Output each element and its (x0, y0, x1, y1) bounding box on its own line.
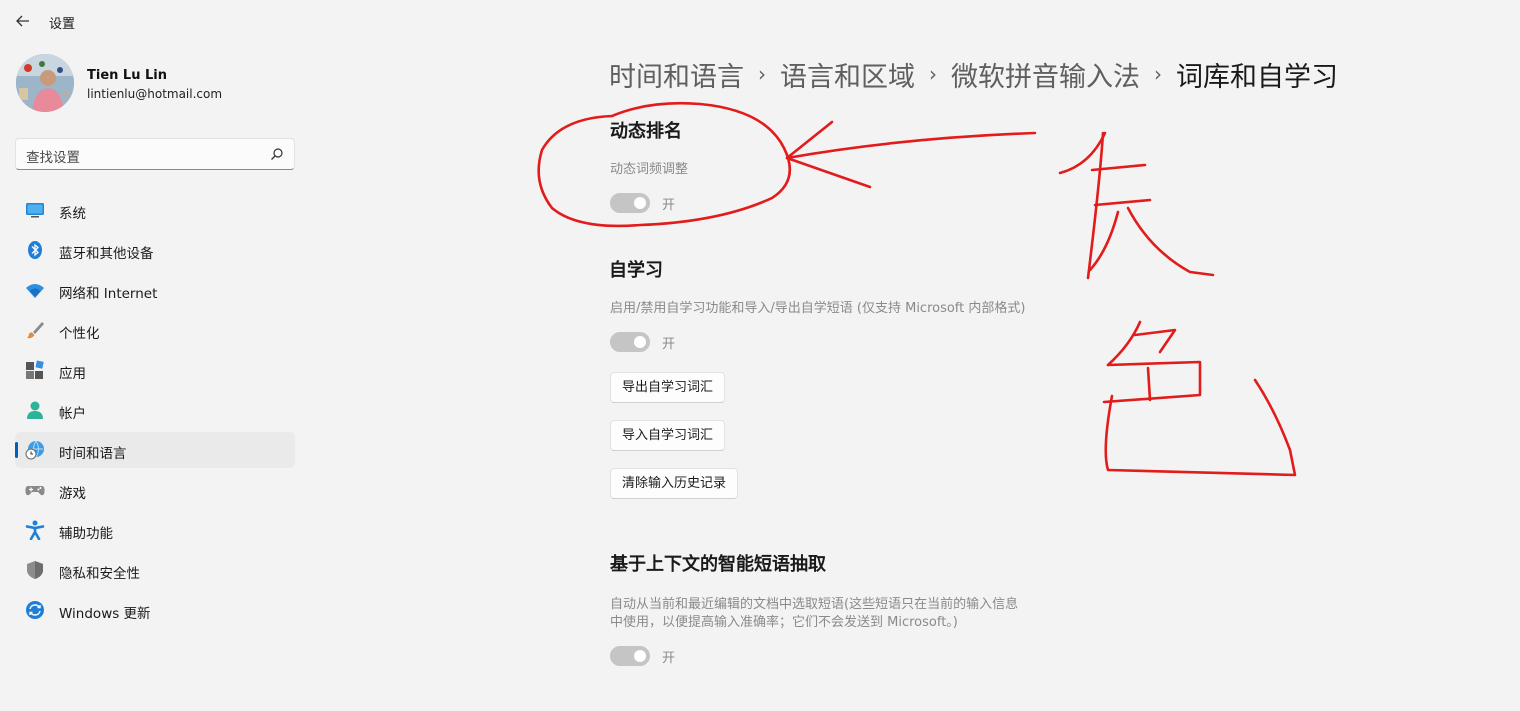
sidebar-item-label: 辅助功能 (59, 526, 113, 542)
shield-icon (27, 561, 43, 579)
chevron-right-icon: › (758, 62, 766, 86)
sidebar-item-personalization[interactable]: 个性化 (15, 312, 295, 348)
section-title-self-learning: 自学习 (609, 260, 663, 281)
sidebar-item-apps[interactable]: 应用 (15, 352, 295, 388)
title-bar: 设置 (0, 0, 1520, 42)
sidebar-item-label: Windows 更新 (59, 606, 151, 622)
search-placeholder: 查找设置 (26, 150, 80, 166)
user-profile[interactable]: Tien Lu Lin lintienlu@hotmail.com (16, 54, 296, 114)
sidebar-item-label: 游戏 (59, 486, 86, 502)
sidebar-item-accounts[interactable]: 帐户 (15, 392, 295, 428)
sidebar-item-label: 个性化 (59, 326, 100, 342)
annotation-arrow-line (785, 131, 1037, 160)
chevron-right-icon: › (929, 62, 937, 86)
sidebar-item-label: 蓝牙和其他设备 (59, 246, 154, 262)
search-input[interactable]: 查找设置 (15, 138, 295, 170)
clear-input-history-button[interactable]: 清除输入历史记录 (610, 468, 739, 499)
chevron-right-icon: › (1154, 62, 1162, 86)
app-title: 设置 (49, 17, 76, 32)
section-title-dynamic-rank: 动态排名 (610, 121, 682, 142)
sidebar-item-gaming[interactable]: 游戏 (15, 472, 295, 508)
toggle-knob (634, 336, 646, 348)
section-desc-self-learning: 启用/禁用自学习功能和导入/导出自学短语 (仅支持 Microsoft 内部格式… (610, 301, 1026, 316)
sidebar-item-label: 隐私和安全性 (59, 566, 140, 582)
import-self-learning-button[interactable]: 导入自学习词汇 (610, 420, 726, 451)
accessibility-icon (25, 520, 45, 540)
sidebar-item-label: 系统 (59, 206, 86, 222)
toggle-knob (634, 650, 646, 662)
toggle-state-label: 开 (662, 197, 676, 213)
page-title: 词库和自学习 (1176, 61, 1338, 93)
update-icon (26, 601, 44, 619)
system-icon (26, 203, 44, 218)
brush-icon (27, 322, 44, 339)
section-desc-context-phrase-line2: 中使用，以便提高输入准确率；它们不会发送到 Microsoft。) (610, 615, 958, 630)
avatar[interactable] (16, 54, 74, 112)
section-desc-dynamic-rank: 动态词频调整 (610, 162, 689, 177)
sidebar-item-label: 应用 (59, 366, 86, 382)
sidebar-item-label: 帐户 (59, 406, 86, 422)
sidebar-item-network[interactable]: 网络和 Internet (15, 272, 295, 308)
sidebar-item-windows-update[interactable]: Windows 更新 (15, 592, 295, 628)
back-arrow-icon (16, 15, 29, 27)
time-language-icon (25, 440, 44, 460)
sidebar-item-label: 网络和 Internet (59, 286, 158, 302)
apps-icon (26, 360, 44, 379)
user-name: Tien Lu Lin (87, 68, 167, 83)
account-icon (27, 401, 43, 419)
gamepad-icon (25, 486, 45, 496)
context-phrase-toggle[interactable] (610, 646, 650, 666)
self-learning-toggle-row: 开 (610, 332, 675, 352)
breadcrumb-item-language-region[interactable]: 语言和区域 (780, 55, 915, 94)
toggle-knob (634, 197, 646, 209)
wifi-icon (26, 284, 44, 298)
self-learning-toggle[interactable] (610, 332, 650, 352)
dynamic-rank-toggle[interactable] (610, 193, 650, 213)
sidebar-item-privacy[interactable]: 隐私和安全性 (15, 552, 295, 588)
search-icon (271, 148, 283, 160)
section-desc-context-phrase-line1: 自动从当前和最近编辑的文档中选取短语(这些短语只在当前的输入信息 (610, 597, 1019, 612)
breadcrumb-item-pinyin-ime[interactable]: 微软拼音输入法 (951, 55, 1140, 94)
sidebar-item-system[interactable]: 系统 (15, 192, 295, 228)
section-title-context-phrase: 基于上下文的智能短语抽取 (610, 554, 826, 575)
sidebar-nav: 系统 蓝牙和其他设备 网络和 Internet 个性化 应用 帐户 时间和语言 … (15, 192, 295, 632)
bluetooth-icon (28, 241, 42, 259)
context-phrase-toggle-row: 开 (610, 646, 675, 666)
toggle-state-label: 开 (662, 650, 676, 666)
sidebar-item-bluetooth[interactable]: 蓝牙和其他设备 (15, 232, 295, 268)
dynamic-rank-toggle-row: 开 (610, 193, 675, 213)
breadcrumb-item-time-language[interactable]: 时间和语言 (609, 55, 744, 94)
sidebar-item-label: 时间和语言 (59, 446, 127, 462)
sidebar-item-accessibility[interactable]: 辅助功能 (15, 512, 295, 548)
export-self-learning-button[interactable]: 导出自学习词汇 (610, 372, 726, 403)
user-email: lintienlu@hotmail.com (87, 87, 223, 101)
back-button[interactable] (12, 10, 34, 32)
toggle-state-label: 开 (662, 336, 676, 352)
breadcrumb: 时间和语言 › 语言和区域 › 微软拼音输入法 › 词库和自学习 (609, 54, 1338, 94)
annotation-arrow-head (785, 120, 872, 189)
sidebar-item-time-language[interactable]: 时间和语言 (15, 432, 295, 468)
